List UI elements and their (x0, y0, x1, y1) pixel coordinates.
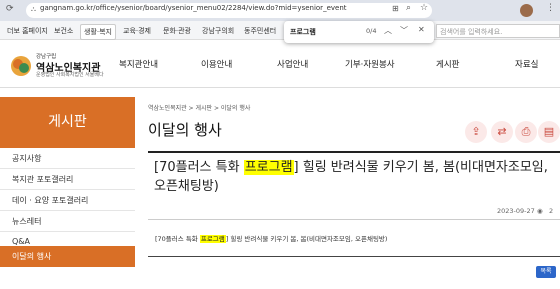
content-bottom-divider (148, 256, 560, 257)
sidebar-item-day-care-gallery[interactable]: 데이 · 요양 포토갤러리 (0, 190, 135, 211)
browser-toolbar: ⟳ ⛬ gangnam.go.kr/office/ysenior/board/y… (0, 0, 560, 21)
find-prev-icon[interactable]: ︿ (384, 25, 392, 36)
link-icon[interactable]: ⇄ (491, 121, 513, 143)
share-icon[interactable]: ⇪ (465, 121, 487, 143)
gnb-donation[interactable]: 기부·자원봉사 (345, 58, 395, 70)
gnb-archive[interactable]: 자료실 (515, 58, 538, 70)
site-search-input[interactable]: 검색어를 입력하세요. (436, 24, 560, 38)
back-icon[interactable]: ⟳ (6, 4, 14, 14)
find-next-icon[interactable]: ﹀ (400, 25, 408, 36)
post-views: 2 (549, 207, 554, 215)
tab-health[interactable]: 보건소 (51, 24, 76, 38)
post-body: [70플러스 특화 프로그램] 힐링 반려식물 키우기 봄, 봄(비대면자조모임… (155, 235, 388, 243)
profile-avatar[interactable] (520, 4, 533, 17)
url-text: gangnam.go.kr/office/ysenior/board/yseni… (40, 4, 347, 12)
post-title: [70플러스 특화 프로그램] 힐링 반려식물 키우기 봄, 봄(비대면자조모임… (154, 160, 548, 194)
search-icon[interactable]: ⌕ (406, 3, 411, 13)
content-mid-divider (148, 219, 560, 220)
find-highlight: 프로그램 (243, 160, 294, 175)
gnb-usage[interactable]: 이용안내 (201, 58, 232, 70)
list-button[interactable]: 목록 (536, 266, 556, 278)
find-count: 0/4 (366, 27, 377, 35)
find-highlight-body: 프로그램 (199, 235, 226, 243)
find-close-icon[interactable]: ✕ (418, 25, 425, 34)
tab-education[interactable]: 교육·경제 (120, 24, 154, 38)
tab-welfare[interactable]: 생활·복지 (80, 24, 116, 40)
lock-icon[interactable]: ⛬ (31, 5, 36, 14)
logo-icon (11, 56, 31, 76)
gnb-intro[interactable]: 복지관안내 (119, 58, 158, 70)
sidebar-item-newsletter[interactable]: 뉴스레터 (0, 211, 135, 232)
post-date: 2023-09-27 (497, 207, 535, 215)
tab-culture[interactable]: 문화·관광 (160, 24, 194, 38)
breadcrumb: 역삼노인복지관 > 게시판 > 이달의 행사 (148, 105, 251, 112)
tab-home[interactable]: 더보 홈페이지 (4, 24, 51, 38)
menu-icon[interactable]: ⋮ (546, 3, 555, 13)
eye-icon: ◉ (537, 207, 543, 215)
translate-icon[interactable]: ⊞ (392, 4, 399, 13)
page-title: 이달의 행사 (148, 121, 222, 139)
sidebar-item-photo-gallery[interactable]: 복지관 포토갤러리 (0, 169, 135, 190)
gnb-board[interactable]: 게시판 (436, 58, 459, 70)
find-query-input[interactable]: 프로그램 (290, 27, 316, 37)
document-icon[interactable]: ▤ (538, 121, 560, 143)
sidebar-item-notice[interactable]: 공지사항 (0, 148, 135, 169)
content-top-divider (148, 151, 560, 153)
print-icon[interactable]: ⎙ (515, 121, 537, 143)
logo-sub-text: 운영법인 사회복지법인 서울베다 (36, 72, 104, 78)
bookmark-star-icon[interactable]: ☆ (420, 3, 428, 13)
tab-council[interactable]: 강남구의회 (199, 24, 237, 38)
sidebar-item-monthly-events[interactable]: 이달의 행사 (0, 246, 135, 267)
tab-community-center[interactable]: 동주민센터 (241, 24, 279, 38)
gnb-business[interactable]: 사업안내 (277, 58, 308, 70)
sidebar-title: 게시판 (0, 97, 135, 148)
